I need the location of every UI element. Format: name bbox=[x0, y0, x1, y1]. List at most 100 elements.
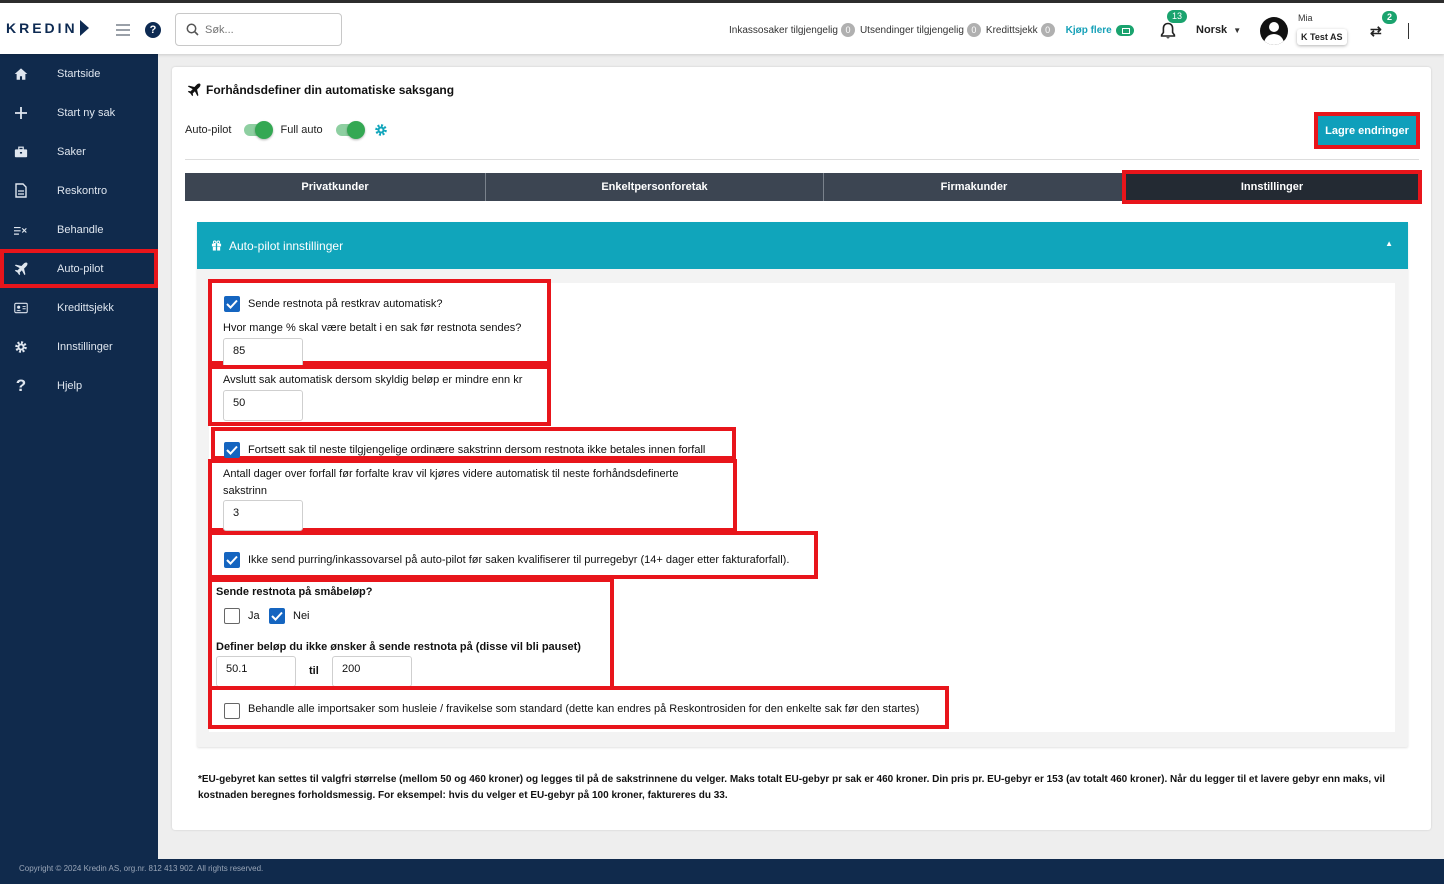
sidebar-item-start-ny-sak[interactable]: Start ny sak bbox=[0, 93, 158, 132]
status-count-badge: 0 bbox=[840, 23, 855, 37]
range-to-label: til bbox=[309, 665, 319, 677]
sidebar-item-label: Reskontro bbox=[57, 184, 108, 197]
fullauto-label: Full auto bbox=[280, 124, 323, 136]
fullauto-toggle[interactable] bbox=[335, 121, 365, 139]
sidebar-item-innstillinger[interactable]: Innstillinger bbox=[0, 327, 158, 366]
search-icon bbox=[186, 23, 199, 36]
divider bbox=[1408, 23, 1409, 39]
status-label-utsendinger: Utsendinger tilgjengelig bbox=[859, 24, 964, 36]
divider bbox=[185, 159, 1419, 160]
briefcase-icon bbox=[14, 145, 28, 159]
checkmark-icon bbox=[226, 445, 238, 455]
sidebar-item-label: Auto-pilot bbox=[57, 262, 104, 275]
small-amount-question: Sende restnota på småbeløp? bbox=[216, 586, 373, 598]
sidebar-item-label: Startside bbox=[57, 67, 101, 80]
save-button-highlight: Lagre endringer bbox=[1314, 112, 1420, 149]
help-icon[interactable]: ? bbox=[145, 22, 161, 38]
airplane-icon bbox=[14, 262, 28, 276]
list-check-icon bbox=[14, 223, 28, 237]
gear-icon[interactable] bbox=[374, 123, 388, 137]
range-to-input[interactable]: 200 bbox=[332, 656, 412, 687]
no-label: Nei bbox=[293, 610, 310, 622]
no-reminder-label: Ikke send purring/inkassovarsel på auto-… bbox=[248, 554, 790, 566]
chevron-up-icon: ▲ bbox=[1385, 239, 1393, 248]
kredin-logo[interactable]: KREDIN bbox=[6, 20, 89, 36]
close-case-input[interactable]: 50 bbox=[223, 390, 303, 421]
status-label-inkasso: Inkassosaker tilgjengelig bbox=[729, 24, 838, 36]
buy-more-link[interactable]: Kjøp flere bbox=[1066, 24, 1134, 36]
close-case-label: Avslutt sak automatisk dersom skyldig be… bbox=[223, 374, 523, 386]
continue-checkbox[interactable] bbox=[224, 442, 240, 458]
status-counters: Inkassosaker tilgjengelig 0 Utsendinger … bbox=[729, 23, 1134, 37]
yes-label: Ja bbox=[248, 610, 260, 622]
sidebar-item-behandle[interactable]: Behandle bbox=[0, 210, 158, 249]
id-card-icon bbox=[14, 301, 28, 315]
sidebar: Startside Start ny sak Saker Reskontro B… bbox=[0, 54, 158, 884]
sidebar-item-kredittsjekk[interactable]: Kredittsjekk bbox=[0, 288, 158, 327]
user-name: Mia bbox=[1298, 13, 1313, 23]
sidebar-item-reskontro[interactable]: Reskontro bbox=[0, 171, 158, 210]
customer-tabs: Privatkunder Enkeltpersonforetak Firmaku… bbox=[185, 170, 1422, 204]
checkmark-icon bbox=[226, 555, 238, 565]
sidebar-item-auto-pilot[interactable]: Auto-pilot bbox=[0, 249, 158, 288]
percent-question: Hvor mange % skal være betalt i en sak f… bbox=[223, 322, 522, 334]
company-chip[interactable]: K Test AS bbox=[1297, 29, 1347, 45]
search-box[interactable] bbox=[175, 13, 342, 46]
tab-enkeltpersonforetak[interactable]: Enkeltpersonforetak bbox=[486, 173, 824, 201]
checkmark-icon bbox=[271, 611, 283, 621]
sidebar-item-startside[interactable]: Startside bbox=[0, 54, 158, 93]
tab-firmakunder[interactable]: Firmakunder bbox=[824, 173, 1125, 201]
document-icon bbox=[14, 183, 28, 198]
search-input[interactable] bbox=[205, 23, 335, 36]
no-reminder-checkbox[interactable] bbox=[224, 552, 240, 568]
page-title: Forhåndsdefiner din automatiske saksgang bbox=[187, 83, 454, 97]
plus-icon bbox=[14, 106, 28, 120]
sidebar-item-saker[interactable]: Saker bbox=[0, 132, 158, 171]
send-restnota-label: Sende restnota på restkrav automatisk? bbox=[248, 298, 443, 310]
notifications-button[interactable]: 13 bbox=[1160, 10, 1188, 43]
gear-icon bbox=[14, 340, 28, 354]
autopilot-settings-panel: Auto-pilot innstillinger ▲ Sende restnot… bbox=[197, 222, 1408, 747]
sidebar-item-label: Hjelp bbox=[57, 379, 83, 392]
home-icon bbox=[14, 67, 28, 81]
send-restnota-checkbox[interactable] bbox=[224, 296, 240, 312]
language-label: Norsk bbox=[1196, 24, 1228, 36]
airplane-icon bbox=[187, 83, 201, 97]
status-count-badge: 0 bbox=[966, 23, 981, 37]
top-bar: KREDIN ? Inkassosaker tilgjengelig 0 Uts… bbox=[0, 0, 1444, 54]
bell-icon bbox=[1160, 22, 1176, 39]
continue-label: Fortsett sak til neste tilgjengelige ord… bbox=[248, 444, 706, 456]
save-button[interactable]: Lagre endringer bbox=[1318, 116, 1416, 145]
rent-checkbox[interactable] bbox=[224, 703, 240, 719]
checkmark-icon bbox=[226, 299, 238, 309]
days-input[interactable]: 3 bbox=[223, 500, 303, 531]
logo-text: KREDIN bbox=[6, 20, 78, 36]
switch-account-icon[interactable]: ⇄ 2 bbox=[1370, 11, 1398, 40]
sidebar-item-label: Behandle bbox=[57, 223, 104, 236]
sidebar-item-label: Start ny sak bbox=[57, 106, 116, 119]
switch-count-badge: 2 bbox=[1382, 11, 1398, 24]
autopilot-toggle[interactable] bbox=[244, 121, 274, 139]
sidebar-item-label: Kredittsjekk bbox=[57, 301, 114, 314]
gift-icon bbox=[211, 240, 222, 251]
sidebar-item-hjelp[interactable]: ? Hjelp bbox=[0, 366, 158, 405]
tab-innstillinger[interactable]: Innstillinger bbox=[1122, 170, 1422, 204]
status-count-badge: 0 bbox=[1040, 23, 1055, 37]
no-checkbox[interactable] bbox=[269, 608, 285, 624]
user-avatar[interactable] bbox=[1260, 17, 1288, 45]
eu-fee-footnote: *EU-gebyret kan settes til valgfri størr… bbox=[198, 774, 1386, 801]
sidebar-item-label: Innstillinger bbox=[57, 340, 113, 353]
language-select[interactable]: Norsk ▼ bbox=[1196, 24, 1241, 36]
main-panel: Forhåndsdefiner din automatiske saksgang… bbox=[172, 67, 1431, 830]
accordion-header[interactable]: Auto-pilot innstillinger ▲ bbox=[197, 222, 1408, 269]
menu-toggle-icon[interactable] bbox=[116, 24, 130, 39]
page-title-text: Forhåndsdefiner din automatiske saksgang bbox=[206, 83, 455, 97]
tab-privatkunder[interactable]: Privatkunder bbox=[185, 173, 486, 201]
range-label: Definer beløp du ikke ønsker å sende res… bbox=[216, 641, 581, 653]
status-label-kredittsjekk: Kredittsjekk bbox=[985, 24, 1038, 36]
settings-body: Sende restnota på restkrav automatisk? H… bbox=[208, 279, 1395, 732]
autopilot-label: Auto-pilot bbox=[185, 124, 232, 136]
logo-arrow-icon bbox=[79, 20, 89, 36]
range-from-input[interactable]: 50.1 bbox=[216, 656, 296, 687]
yes-checkbox[interactable] bbox=[224, 608, 240, 624]
